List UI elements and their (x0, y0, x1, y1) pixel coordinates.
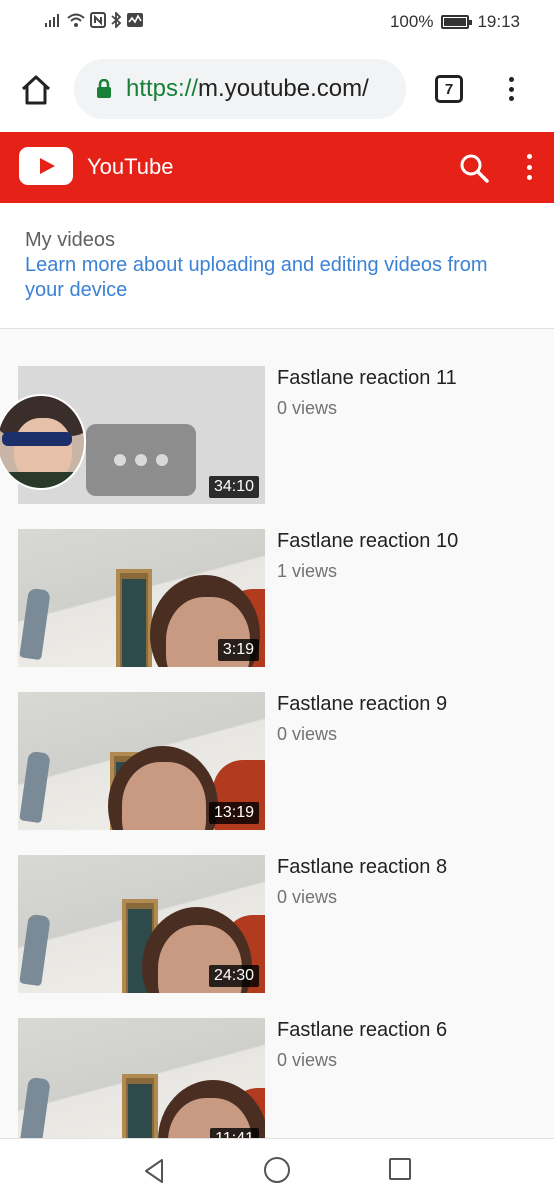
battery-percent: 100% (389, 12, 434, 31)
app-title: YouTube (87, 154, 174, 179)
clock: 19:13 (477, 12, 520, 31)
tab-count: 7 (444, 80, 454, 98)
status-right: 100% 19:13 (390, 12, 520, 32)
video-duration: 13:19 (208, 802, 259, 824)
video-item[interactable]: 13:19 Fastlane reaction 9 0 views (0, 692, 554, 832)
video-title[interactable]: Fastlane reaction 9 (277, 693, 447, 716)
home-circle-icon[interactable] (264, 1157, 290, 1183)
video-item[interactable]: 3:19 Fastlane reaction 10 1 views (0, 529, 554, 669)
avatar (0, 394, 86, 490)
video-title[interactable]: Fastlane reaction 10 (277, 530, 458, 553)
learn-more-link[interactable]: Learn more about uploading and editing v… (25, 253, 529, 303)
video-views: 0 views (277, 1050, 338, 1070)
url-scheme: https:// (126, 75, 199, 102)
url-host: m.youtube.com/ (198, 75, 369, 102)
video-title[interactable]: Fastlane reaction 8 (277, 856, 447, 879)
nfc-icon (90, 12, 106, 28)
video-views: 0 views (277, 724, 338, 744)
browser-menu-icon[interactable] (501, 74, 521, 104)
bluetooth-icon (111, 12, 122, 28)
video-item[interactable]: 24:30 Fastlane reaction 8 0 views (0, 855, 554, 995)
video-item[interactable]: 34:10 Fastlane reaction 11 0 views (0, 366, 554, 506)
video-title[interactable]: Fastlane reaction 11 (277, 367, 457, 390)
video-thumbnail[interactable]: 24:30 (18, 855, 265, 993)
status-icons (44, 12, 144, 28)
video-duration: 34:10 (208, 476, 259, 498)
video-thumbnail[interactable]: 13:19 (18, 692, 265, 830)
url-text: https://m.youtube.com/ (126, 75, 369, 103)
my-videos-section: My videos Learn more about uploading and… (0, 203, 554, 329)
system-navigation-bar (0, 1138, 554, 1200)
video-title[interactable]: Fastlane reaction 6 (277, 1019, 447, 1042)
processing-placeholder-icon (86, 424, 196, 496)
battery-icon (441, 15, 473, 29)
video-duration: 3:19 (217, 639, 259, 661)
browser-toolbar: https://m.youtube.com/ 7 (0, 46, 554, 132)
youtube-logo-icon[interactable] (19, 147, 73, 185)
status-bar: 100% 19:13 (0, 0, 554, 46)
recent-apps-icon[interactable] (389, 1158, 411, 1180)
more-options-icon[interactable] (519, 152, 539, 182)
section-title: My videos (25, 229, 116, 251)
video-views: 0 views (277, 398, 338, 418)
video-views: 1 views (277, 561, 338, 581)
video-thumbnail[interactable]: 3:19 (18, 529, 265, 667)
video-thumbnail[interactable]: 11:41 (18, 1018, 265, 1156)
video-item[interactable]: 11:41 Fastlane reaction 6 0 views (0, 1018, 554, 1158)
address-bar[interactable]: https://m.youtube.com/ (74, 59, 406, 119)
youtube-header: YouTube (0, 132, 554, 203)
back-icon[interactable] (142, 1158, 166, 1184)
signal-icon (45, 14, 59, 27)
home-icon[interactable] (18, 72, 54, 108)
search-icon[interactable] (458, 152, 490, 184)
tab-switcher-button[interactable]: 7 (435, 75, 463, 103)
activity-icon (127, 13, 143, 27)
video-views: 0 views (277, 887, 338, 907)
video-duration: 24:30 (208, 965, 259, 987)
wifi-icon (67, 13, 85, 27)
lock-icon (97, 79, 111, 98)
